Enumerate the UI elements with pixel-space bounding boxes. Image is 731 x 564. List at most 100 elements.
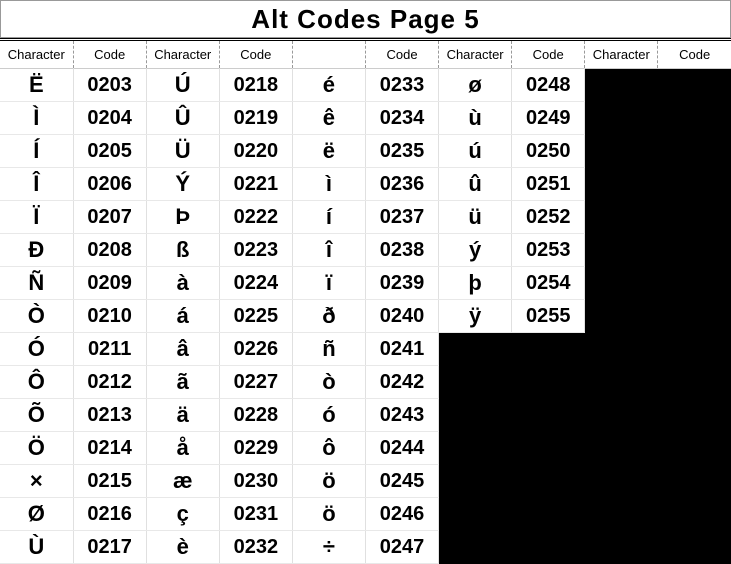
code-cell: 0238 — [365, 234, 438, 267]
empty-cell — [439, 465, 512, 498]
character-cell: ü — [439, 201, 512, 234]
character-cell: þ — [439, 267, 512, 300]
empty-cell — [585, 465, 658, 498]
empty-cell — [439, 432, 512, 465]
code-cell: 0208 — [73, 234, 146, 267]
character-cell: í — [292, 201, 365, 234]
empty-cell — [658, 432, 731, 465]
character-cell: à — [146, 267, 219, 300]
empty-cell — [585, 135, 658, 168]
code-cell: 0203 — [73, 69, 146, 102]
col-header-code: Code — [219, 40, 292, 69]
code-cell: 0217 — [73, 531, 146, 564]
code-cell: 0210 — [73, 300, 146, 333]
code-cell: 0253 — [512, 234, 585, 267]
character-cell: é — [292, 69, 365, 102]
table-row: Ì0204Û0219ê0234ù0249 — [0, 102, 731, 135]
code-cell: 0233 — [365, 69, 438, 102]
code-cell: 0218 — [219, 69, 292, 102]
empty-cell — [658, 465, 731, 498]
table-row: Ö0214å0229ô0244 — [0, 432, 731, 465]
code-cell: 0228 — [219, 399, 292, 432]
code-cell: 0235 — [365, 135, 438, 168]
table-row: Í0205Ü0220ë0235ú0250 — [0, 135, 731, 168]
character-cell: Þ — [146, 201, 219, 234]
character-cell: Ô — [0, 366, 73, 399]
code-cell: 0243 — [365, 399, 438, 432]
empty-cell — [439, 333, 512, 366]
code-cell: 0206 — [73, 168, 146, 201]
character-cell: ß — [146, 234, 219, 267]
table-row: Ï0207Þ0222í0237ü0252 — [0, 201, 731, 234]
table-row: ×0215æ0230ö0245 — [0, 465, 731, 498]
character-cell: Í — [0, 135, 73, 168]
character-cell: Ì — [0, 102, 73, 135]
character-cell: Ö — [0, 432, 73, 465]
code-cell: 0211 — [73, 333, 146, 366]
code-cell: 0247 — [365, 531, 438, 564]
col-header-code: Code — [658, 40, 731, 69]
code-cell: 0207 — [73, 201, 146, 234]
character-cell: ð — [292, 300, 365, 333]
table-row: Ð0208ß0223î0238ý0253 — [0, 234, 731, 267]
character-cell: Î — [0, 168, 73, 201]
empty-cell — [585, 201, 658, 234]
character-cell: ñ — [292, 333, 365, 366]
empty-cell — [585, 333, 658, 366]
table-row: Î0206Ý0221ì0236û0251 — [0, 168, 731, 201]
empty-cell — [512, 432, 585, 465]
character-cell: ÷ — [292, 531, 365, 564]
character-cell: æ — [146, 465, 219, 498]
code-cell: 0248 — [512, 69, 585, 102]
character-cell: ÿ — [439, 300, 512, 333]
empty-cell — [512, 465, 585, 498]
empty-cell — [658, 531, 731, 564]
empty-cell — [658, 69, 731, 102]
empty-cell — [512, 366, 585, 399]
character-cell: ã — [146, 366, 219, 399]
character-cell: á — [146, 300, 219, 333]
empty-cell — [439, 399, 512, 432]
empty-cell — [658, 366, 731, 399]
character-cell: ý — [439, 234, 512, 267]
empty-cell — [512, 333, 585, 366]
character-cell: â — [146, 333, 219, 366]
col-header-character: Character — [146, 40, 219, 69]
character-cell: ô — [292, 432, 365, 465]
character-cell: ö — [292, 465, 365, 498]
code-cell: 0204 — [73, 102, 146, 135]
code-cell: 0224 — [219, 267, 292, 300]
table-row: Ó0211â0226ñ0241 — [0, 333, 731, 366]
code-cell: 0234 — [365, 102, 438, 135]
code-cell: 0240 — [365, 300, 438, 333]
character-cell: ø — [439, 69, 512, 102]
character-cell: Ø — [0, 498, 73, 531]
col-header-character: Character — [439, 40, 512, 69]
character-cell: å — [146, 432, 219, 465]
character-cell: Ò — [0, 300, 73, 333]
empty-cell — [585, 498, 658, 531]
character-cell: ê — [292, 102, 365, 135]
table-row: Ô0212ã0227ò0242 — [0, 366, 731, 399]
table-row: Ò0210á0225ð0240ÿ0255 — [0, 300, 731, 333]
code-cell: 0214 — [73, 432, 146, 465]
table-row: Ñ0209à0224ï0239þ0254 — [0, 267, 731, 300]
col-header-code: Code — [73, 40, 146, 69]
code-cell: 0245 — [365, 465, 438, 498]
col-header-code: Code — [365, 40, 438, 69]
empty-cell — [658, 267, 731, 300]
character-cell: Ú — [146, 69, 219, 102]
character-cell: Ë — [0, 69, 73, 102]
alt-codes-page: Alt Codes Page 5 Character Code Characte… — [0, 0, 731, 564]
code-cell: 0244 — [365, 432, 438, 465]
code-cell: 0225 — [219, 300, 292, 333]
character-cell: Ó — [0, 333, 73, 366]
code-cell: 0229 — [219, 432, 292, 465]
empty-cell — [585, 267, 658, 300]
character-cell: î — [292, 234, 365, 267]
table-row: Ë0203Ú0218é0233ø0248 — [0, 69, 731, 102]
table-row: Ø0216ç0231ö0246 — [0, 498, 731, 531]
character-cell: × — [0, 465, 73, 498]
empty-cell — [585, 366, 658, 399]
code-cell: 0219 — [219, 102, 292, 135]
